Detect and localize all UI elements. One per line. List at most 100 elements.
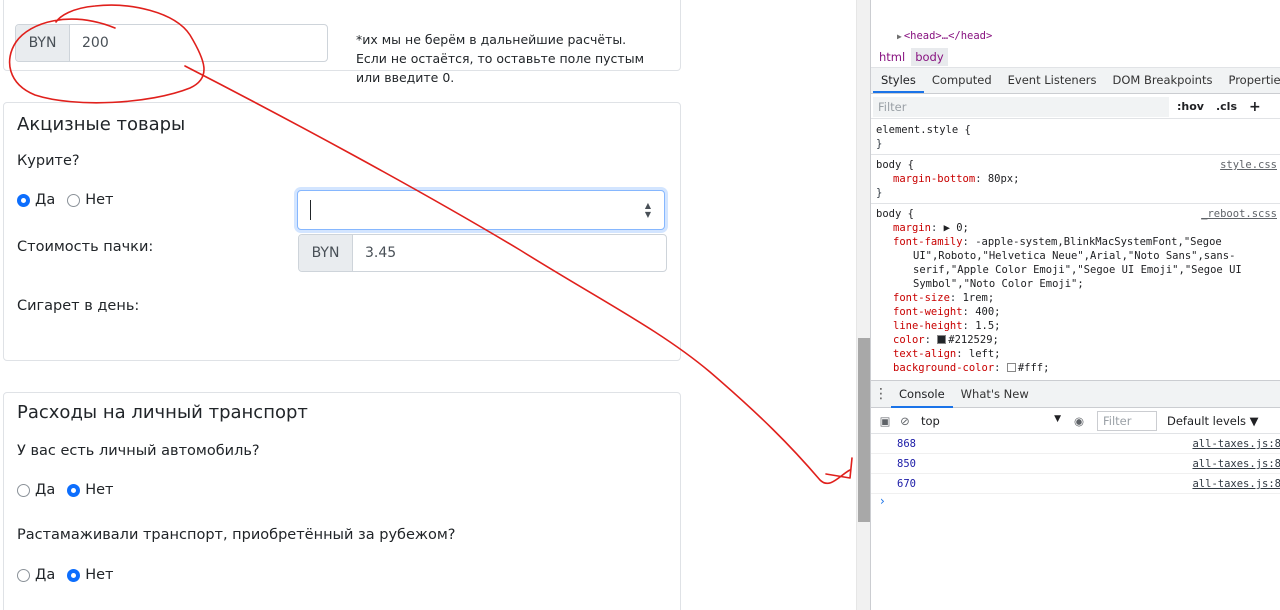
smoke-no-option[interactable]: Нет <box>67 192 114 208</box>
console-message: 670 all-taxes.js:8 <box>871 474 1280 494</box>
css-declaration[interactable]: color: #212529; <box>876 333 1276 347</box>
tab-styles[interactable]: Styles <box>873 67 924 93</box>
spin-down-icon[interactable]: ▼ <box>642 210 654 219</box>
color-swatch-icon[interactable] <box>1006 363 1016 372</box>
leftover-note: *их мы не берём в дальнейшие расчёты. Ес… <box>356 32 645 85</box>
console-filter-input[interactable]: Filter <box>1097 410 1157 431</box>
customs-no-radio[interactable] <box>67 568 81 582</box>
cls-toggle[interactable]: .cls <box>1216 100 1237 113</box>
spin-up-icon[interactable]: ▲ <box>642 201 654 210</box>
css-declaration[interactable]: line-height: 1.5; <box>876 319 1276 333</box>
chevron-down-icon: ▼ <box>1054 413 1061 424</box>
leftover-input-group[interactable]: BYN 200 <box>15 24 328 62</box>
css-declaration[interactable]: font-weight: 400; <box>876 305 1276 319</box>
smoke-yes-radio[interactable] <box>17 193 30 207</box>
text-caret <box>310 200 311 220</box>
body-style-css-rule[interactable]: body { style.css margin-bottom: 80px; } <box>871 155 1280 204</box>
dom-breadcrumbs: html body <box>871 46 1280 68</box>
breadcrumb-body[interactable]: body <box>911 47 948 66</box>
console-source-link[interactable]: all-taxes.js:8 <box>1192 434 1280 454</box>
rule-selector: element.style { <box>876 124 971 136</box>
add-rule-icon[interactable]: + <box>1249 99 1261 115</box>
element-style-rule[interactable]: element.style { } <box>871 120 1280 155</box>
tab-properties[interactable]: Properties <box>1220 67 1280 93</box>
console-source-link[interactable]: all-taxes.js:8 <box>1192 454 1280 474</box>
car-radio-group: Да Нет <box>17 482 126 498</box>
console-message: 850 all-taxes.js:8 <box>871 454 1280 474</box>
filter-tools: :hov .cls + <box>1177 99 1273 115</box>
leftover-input[interactable]: 200 <box>70 25 327 61</box>
car-no-option[interactable]: Нет <box>67 482 114 498</box>
smoke-no-radio[interactable] <box>67 193 81 207</box>
tab-dom-breakpoints[interactable]: DOM Breakpoints <box>1105 67 1221 93</box>
css-value-continuation: Symbol","Noto Color Emoji"; <box>913 278 1084 290</box>
car-yes-option[interactable]: Да <box>17 482 55 498</box>
kebab-menu-icon[interactable]: ⋮ <box>871 386 891 402</box>
breadcrumb-html[interactable]: html <box>875 48 909 66</box>
excise-title: Акцизные товары <box>17 114 186 135</box>
color-swatch-icon[interactable] <box>937 335 947 344</box>
pack-price-input-group[interactable]: BYN 3.45 <box>298 234 667 272</box>
cigarettes-per-day-input[interactable]: ▲ ▼ <box>297 190 665 230</box>
console-toolbar: ▣ ⊘ top ▼ ◉ Filter Default levels ▼ <box>871 408 1280 434</box>
drawer-tabbar: ⋮ Console What's New <box>871 380 1280 408</box>
customs-yes-radio[interactable] <box>17 568 30 582</box>
leftover-card: BYN 200 *их мы не берём в дальнейшие рас… <box>3 0 681 85</box>
scrollbar-thumb[interactable] <box>858 338 870 522</box>
css-value-continuation: serif,"Apple Color Emoji","Segoe UI Emoj… <box>913 264 1242 276</box>
smoke-yes-option[interactable]: Да <box>17 192 55 208</box>
tab-event-listeners[interactable]: Event Listeners <box>1000 67 1105 93</box>
rule-selector: body { <box>876 159 914 171</box>
css-value-continuation: UI",Roboto,"Helvetica Neue",Arial,"Noto … <box>913 250 1236 262</box>
page-scrollbar[interactable] <box>856 0 870 610</box>
transport-title: Расходы на личный транспорт <box>17 402 308 423</box>
css-declaration[interactable]: background-color: #fff; <box>876 361 1276 375</box>
css-declaration[interactable]: font-family: -apple-system,BlinkMacSyste… <box>876 235 1276 249</box>
number-spinner[interactable]: ▲ ▼ <box>642 201 654 219</box>
context-selector[interactable]: top ▼ <box>921 414 1061 428</box>
hov-toggle[interactable]: :hov <box>1177 100 1204 113</box>
car-yes-radio[interactable] <box>17 483 30 497</box>
css-declaration[interactable]: margin-bottom: 80px; <box>876 172 1276 186</box>
eye-icon[interactable]: ◉ <box>1069 414 1089 428</box>
customs-yes-option[interactable]: Да <box>17 567 55 583</box>
rule-source-link[interactable]: _reboot.scss <box>1201 207 1277 221</box>
customs-radio-group: Да Нет <box>17 567 126 583</box>
log-levels-dropdown[interactable]: Default levels ▼ <box>1167 414 1259 428</box>
css-declaration[interactable]: margin: ▶ 0; <box>876 221 1276 235</box>
sidebar-toggle-icon[interactable]: ▣ <box>875 414 895 428</box>
console-output: 868 all-taxes.js:8 850 all-taxes.js:8 67… <box>871 434 1280 494</box>
car-question: У вас есть личный автомобиль? <box>17 443 260 459</box>
console-prompt-icon[interactable]: › <box>880 494 885 508</box>
pack-currency-addon: BYN <box>299 235 353 271</box>
car-no-radio[interactable] <box>67 483 81 497</box>
css-declaration[interactable]: font-size: 1rem; <box>876 291 1276 305</box>
console-source-link[interactable]: all-taxes.js:8 <box>1192 474 1280 494</box>
tab-computed[interactable]: Computed <box>924 67 1000 93</box>
car-no-label: Нет <box>85 482 114 498</box>
pack-price-input[interactable]: 3.45 <box>353 235 666 271</box>
currency-addon: BYN <box>16 25 70 61</box>
dom-head-node[interactable]: ▶ <head>…</head> <box>897 30 992 42</box>
transport-card: Расходы на личный транспорт У вас есть л… <box>3 392 681 610</box>
customs-no-option[interactable]: Нет <box>67 567 114 583</box>
tab-console[interactable]: Console <box>891 380 953 408</box>
customs-yes-label: Да <box>35 567 56 583</box>
rule-close: } <box>876 187 883 199</box>
console-value: 850 <box>897 458 916 470</box>
clear-console-icon[interactable]: ⊘ <box>895 414 915 428</box>
rule-source-link[interactable]: style.css <box>1220 158 1277 172</box>
devtools-panel: ▶ <head>…</head> html body Styles Compute… <box>870 0 1280 610</box>
smoke-no-label: Нет <box>85 192 114 208</box>
smoke-yes-label: Да <box>35 192 56 208</box>
css-declaration[interactable]: text-align: left; <box>876 347 1276 361</box>
tax-calculator-page: BYN 200 *их мы не берём в дальнейшие рас… <box>0 0 856 610</box>
body-reboot-rule[interactable]: body { _reboot.scss margin: ▶ 0; font-fa… <box>871 204 1280 378</box>
car-yes-label: Да <box>35 482 56 498</box>
cigarettes-label: Сигарет в день: <box>17 298 140 314</box>
context-value: top <box>921 413 940 428</box>
expand-triangle-icon[interactable]: ▶ <box>897 32 902 41</box>
tab-whats-new[interactable]: What's New <box>953 380 1037 408</box>
styles-filter-input[interactable]: Filter <box>873 96 1169 117</box>
console-message: 868 all-taxes.js:8 <box>871 434 1280 454</box>
